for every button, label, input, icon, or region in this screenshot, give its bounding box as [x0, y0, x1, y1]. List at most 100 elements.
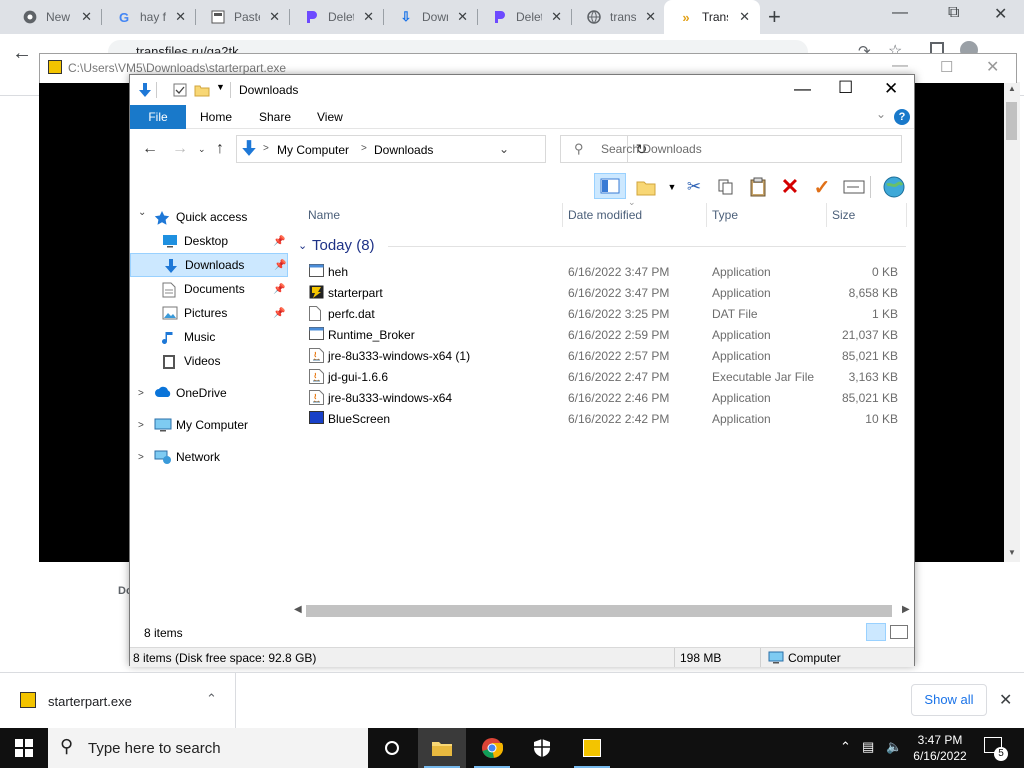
- pin-icon[interactable]: 📌: [273, 236, 285, 247]
- chevron-up-icon[interactable]: ⌃: [840, 739, 851, 755]
- sidebar-item-videos[interactable]: Videos: [130, 349, 288, 373]
- close-icon[interactable]: ✕: [999, 690, 1012, 710]
- chevron-down-icon[interactable]: ⌄: [298, 239, 307, 252]
- sidebar-item-quick-access[interactable]: ⌄ Quick access: [130, 205, 288, 229]
- close-tab-icon[interactable]: ✕: [269, 9, 280, 25]
- close-tab-icon[interactable]: ✕: [363, 9, 374, 25]
- dropdown-arrow-icon[interactable]: ▼: [660, 176, 684, 198]
- chevron-right-icon[interactable]: >: [138, 452, 144, 463]
- close-icon[interactable]: ✕: [884, 79, 898, 99]
- tab-file[interactable]: File: [130, 105, 186, 129]
- file-row[interactable]: heh 6/16/2022 3:47 PM Application 0 KB: [300, 261, 912, 282]
- recent-locations-icon[interactable]: ⌄: [198, 144, 206, 155]
- column-divider[interactable]: [706, 203, 707, 227]
- taskbar-clock[interactable]: 3:47 PM 6/16/2022: [908, 732, 972, 764]
- chevron-down-icon[interactable]: ⌄: [138, 207, 146, 218]
- scroll-thumb[interactable]: [306, 605, 892, 617]
- pin-icon[interactable]: 📌: [273, 284, 285, 295]
- close-icon[interactable]: ✕: [986, 57, 999, 77]
- file-row[interactable]: perfc.dat 6/16/2022 3:25 PM DAT File 1 KB: [300, 303, 912, 324]
- close-tab-icon[interactable]: ✕: [457, 9, 468, 25]
- restore-icon[interactable]: ⧉: [948, 4, 959, 22]
- chevron-down-icon[interactable]: ⌄: [499, 142, 509, 156]
- minimize-icon[interactable]: —: [892, 57, 908, 75]
- paste-icon[interactable]: [746, 176, 770, 198]
- up-arrow-icon[interactable]: ↑: [216, 140, 224, 158]
- scroll-thumb[interactable]: [1006, 102, 1017, 140]
- cut-icon[interactable]: ✂: [682, 176, 706, 198]
- taskbar-starterpart[interactable]: [568, 728, 616, 768]
- show-all-button[interactable]: Show all: [911, 684, 987, 716]
- browser-tab[interactable]: Delete ✕: [290, 0, 384, 34]
- chevron-right-icon[interactable]: >: [361, 143, 367, 154]
- column-divider[interactable]: [562, 203, 563, 227]
- preview-pane-icon[interactable]: [594, 173, 626, 199]
- taskbar-chrome[interactable]: [468, 728, 516, 768]
- close-tab-icon[interactable]: ✕: [645, 9, 656, 25]
- details-view-icon[interactable]: [866, 623, 886, 641]
- column-type[interactable]: Type: [712, 208, 738, 222]
- pin-icon[interactable]: 📌: [274, 260, 286, 271]
- browser-tab[interactable]: » Transfer ✕: [664, 0, 760, 34]
- tab-share[interactable]: Share: [259, 105, 291, 129]
- chevron-up-icon[interactable]: ⌃: [206, 691, 217, 707]
- taskbar-search-input[interactable]: ⚲ Type here to search: [48, 728, 368, 768]
- close-tab-icon[interactable]: ✕: [551, 9, 562, 25]
- browser-tab[interactable]: New Tab ✕: [8, 0, 102, 34]
- taskbar-file-explorer[interactable]: [418, 728, 466, 768]
- browser-tab[interactable]: Paste ✕: [196, 0, 290, 34]
- close-tab-icon[interactable]: ✕: [81, 9, 92, 25]
- help-icon[interactable]: ?: [894, 109, 910, 125]
- sidebar-item-my-computer[interactable]: > My Computer: [130, 413, 288, 437]
- network-icon[interactable]: ▤: [862, 739, 874, 755]
- expand-ribbon-icon[interactable]: ⌄: [876, 107, 886, 121]
- close-tab-icon[interactable]: ✕: [175, 9, 186, 25]
- scroll-left-icon[interactable]: ◀: [294, 604, 302, 615]
- checkmark-icon[interactable]: ✓: [810, 176, 834, 199]
- rename-icon[interactable]: [842, 176, 866, 198]
- column-divider[interactable]: [906, 203, 907, 227]
- taskbar-security[interactable]: [518, 728, 566, 768]
- sidebar-item-network[interactable]: > Network: [130, 445, 288, 469]
- column-name[interactable]: Name: [308, 208, 340, 222]
- chevron-right-icon[interactable]: >: [138, 420, 144, 431]
- column-divider[interactable]: [826, 203, 827, 227]
- file-row[interactable]: Runtime_Broker 6/16/2022 2:59 PM Applicati…: [300, 324, 912, 345]
- breadcrumb[interactable]: > My Computer > Downloads ⌄ ↻: [236, 135, 647, 163]
- column-size[interactable]: Size: [832, 208, 855, 222]
- column-date-modified[interactable]: Date modified: [568, 208, 642, 222]
- scroll-down-icon[interactable]: ▼: [1008, 548, 1016, 557]
- globe-icon[interactable]: [882, 176, 906, 198]
- browser-tab[interactable]: transfer ✕: [572, 0, 666, 34]
- breadcrumb-downloads[interactable]: Downloads: [374, 143, 433, 157]
- start-button[interactable]: [0, 728, 48, 768]
- file-row[interactable]: starterpart 6/16/2022 3:47 PM Application 8…: [300, 282, 912, 303]
- copy-icon[interactable]: [714, 176, 738, 198]
- sidebar-item-onedrive[interactable]: > OneDrive: [130, 381, 288, 405]
- scroll-up-icon[interactable]: ▲: [1008, 84, 1016, 93]
- new-tab-button[interactable]: +: [768, 4, 781, 30]
- scroll-right-icon[interactable]: ▶: [902, 604, 910, 615]
- browser-tab[interactable]: Ghay for ✕: [102, 0, 196, 34]
- sidebar-item-music[interactable]: Music: [130, 325, 288, 349]
- group-header-today[interactable]: ⌄ Today (8): [296, 235, 908, 257]
- delete-icon[interactable]: ✕: [778, 174, 802, 199]
- page-scrollbar[interactable]: ▲ ▼: [1004, 82, 1020, 562]
- tab-view[interactable]: View: [317, 105, 343, 129]
- sidebar-item-pictures[interactable]: Pictures 📌: [130, 301, 288, 325]
- sidebar-item-documents[interactable]: Documents 📌: [130, 277, 288, 301]
- chevron-right-icon[interactable]: >: [263, 143, 269, 154]
- close-tab-icon[interactable]: ✕: [739, 9, 750, 25]
- new-folder-icon[interactable]: [194, 82, 210, 98]
- back-arrow-icon[interactable]: ←: [12, 42, 32, 65]
- task-view-button[interactable]: [368, 728, 416, 768]
- forward-arrow-icon[interactable]: →: [172, 140, 188, 158]
- horizontal-scrollbar[interactable]: ◀ ▶: [290, 603, 914, 619]
- breadcrumb-my-computer[interactable]: My Computer: [277, 143, 349, 157]
- download-item[interactable]: starterpart.exe ⌃: [0, 673, 236, 729]
- file-row[interactable]: BlueScreen 6/16/2022 2:42 PM Application 10…: [300, 408, 912, 429]
- volume-icon[interactable]: 🔈: [886, 739, 902, 755]
- minimize-icon[interactable]: —: [794, 79, 811, 99]
- maximize-icon[interactable]: ☐: [838, 78, 853, 98]
- search-input[interactable]: Search Downloads: [560, 135, 902, 163]
